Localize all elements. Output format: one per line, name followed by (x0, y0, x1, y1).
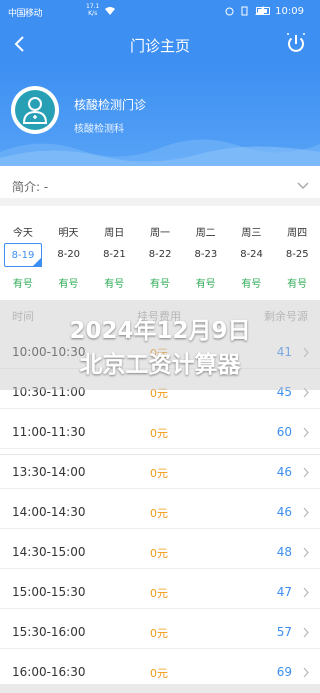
slot-row[interactable]: 14:00-14:30 0元 46 (0, 496, 320, 529)
date-option[interactable]: 周四 8-25 有号 (274, 214, 320, 294)
day-name: 周一 (149, 228, 170, 239)
date-option[interactable]: 明天 8-20 有号 (46, 214, 92, 294)
chevron-right-icon (303, 627, 309, 638)
day-name: 明天 (58, 228, 79, 239)
slot-fee: 0元 (150, 547, 168, 560)
slot-remaining: 46 (276, 505, 292, 519)
clinic-name: 核酸检测门诊 (74, 98, 147, 112)
day-date: 8-19 (4, 243, 42, 267)
intro-label: 简介: - (12, 178, 48, 195)
chevron-right-icon (303, 507, 309, 518)
date-divider (0, 454, 320, 455)
slot-remaining: 57 (276, 625, 292, 639)
slot-remaining: 60 (276, 425, 292, 439)
chevron-right-icon (303, 587, 309, 598)
slot-fee: 0元 (150, 467, 168, 480)
availability-status: 有号 (58, 279, 79, 290)
intro-value: - (43, 180, 49, 194)
slot-time: 16:00-16:30 (12, 665, 86, 679)
slot-row[interactable]: 15:30-16:00 0元 57 (0, 616, 320, 649)
date-option[interactable]: 今天 8-19 有号 (0, 214, 46, 294)
availability-status: 有号 (287, 279, 308, 290)
date-selector: 今天 8-19 有号 明天 8-20 有号 周日 8-21 有号 周一 8-22 有号 周二 8-23 有号… (0, 214, 320, 455)
app-header: 门诊主页 (0, 24, 320, 64)
slot-time: 13:30-14:00 (12, 465, 86, 479)
chevron-down-icon[interactable] (296, 178, 310, 192)
day-name: 周三 (241, 228, 262, 239)
status-bar: 中国移动 17.1 K/s 10:09 (0, 0, 320, 24)
slot-fee: 0元 (150, 587, 168, 600)
network-speed-unit: K/s (88, 10, 98, 17)
banner-wave-decoration (0, 139, 320, 166)
day-date: 8-23 (194, 249, 218, 260)
intro-row[interactable]: 简介: - (0, 166, 320, 206)
wifi-icon (105, 7, 115, 15)
clinic-department: 核酸检测科 (74, 124, 124, 135)
doctor-avatar (11, 86, 59, 134)
slot-time: 14:30-15:00 (12, 545, 86, 559)
availability-status: 有号 (195, 279, 216, 290)
power-icon[interactable] (284, 30, 308, 58)
doctor-icon (22, 97, 48, 124)
slot-fee: 0元 (150, 507, 168, 520)
availability-status: 有号 (104, 279, 125, 290)
date-option[interactable]: 周日 8-21 有号 (91, 214, 137, 294)
page-title: 门诊主页 (129, 37, 190, 55)
watermark-line-1: 2024年12月9日 (69, 318, 251, 344)
slot-remaining: 46 (276, 465, 292, 479)
chevron-right-icon (303, 667, 309, 678)
slot-row[interactable]: 13:30-14:00 0元 46 (0, 456, 320, 489)
slot-row[interactable]: 14:30-15:00 0元 48 (0, 536, 320, 569)
slot-fee: 0元 (150, 627, 168, 640)
day-date: 8-20 (57, 249, 81, 260)
slot-time: 15:30-16:00 (12, 625, 86, 639)
day-date: 8-25 (285, 249, 309, 260)
slot-time: 11:00-11:30 (12, 425, 86, 439)
slot-fee: 0元 (150, 667, 168, 680)
date-option[interactable]: 周二 8-23 有号 (183, 214, 229, 294)
slot-time: 14:00-14:30 (12, 505, 86, 519)
day-date: 8-22 (148, 249, 172, 260)
clock: 10:09 (275, 6, 304, 17)
battery-icon (256, 7, 270, 15)
slot-row[interactable]: 11:00-11:30 0元 60 (0, 416, 320, 449)
network-speed-value: 17.1 (86, 3, 100, 10)
watermark-line-2: 北京工资计算器 (79, 352, 241, 378)
clinic-banner: 核酸检测门诊 核酸检测科 (0, 64, 320, 166)
slot-remaining: 69 (276, 665, 292, 679)
day-date: 8-24 (240, 249, 263, 260)
slot-row[interactable]: 15:00-15:30 0元 47 (0, 576, 320, 609)
slot-remaining: 47 (276, 585, 292, 599)
intro-label-text: 简介: (12, 180, 41, 194)
vibrate-icon (240, 6, 249, 16)
availability-status: 有号 (241, 279, 262, 290)
chevron-right-icon (303, 547, 309, 558)
slot-time: 15:00-15:30 (12, 585, 86, 599)
day-name: 周四 (287, 228, 308, 239)
day-name: 今天 (12, 228, 33, 239)
date-option[interactable]: 周三 8-24 有号 (229, 214, 275, 294)
chevron-right-icon (303, 467, 309, 478)
chevron-right-icon (303, 427, 309, 438)
network-speed: 17.1 K/s (86, 3, 99, 17)
day-name: 周二 (195, 228, 216, 239)
availability-status: 有号 (12, 279, 33, 290)
day-name: 周日 (104, 228, 125, 239)
day-date: 8-21 (103, 249, 126, 260)
bottom-bar (0, 684, 320, 693)
slot-remaining: 48 (276, 545, 292, 559)
alarm-icon (225, 6, 234, 16)
date-option[interactable]: 周一 8-22 有号 (137, 214, 183, 294)
slot-fee: 0元 (150, 427, 168, 440)
availability-status: 有号 (149, 279, 170, 290)
carrier-label: 中国移动 (8, 9, 43, 19)
